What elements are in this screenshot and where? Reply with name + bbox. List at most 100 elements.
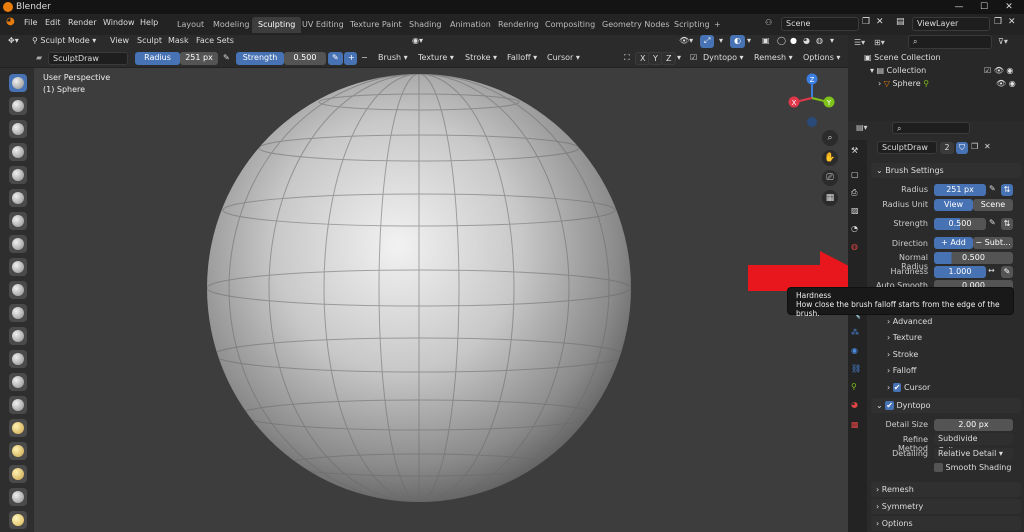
mode-selector[interactable]: ⚲ Sculpt Mode ▾ [28, 35, 100, 48]
refine-method-dropdown[interactable]: Subdivide Collapse ▾ [934, 433, 1013, 455]
thumb-tool[interactable] [9, 488, 27, 506]
falloff-subpanel[interactable]: › Falloff [887, 366, 916, 375]
scene-selector[interactable]: Scene [781, 17, 859, 31]
tab-layout[interactable]: Layout [171, 17, 210, 33]
tool-tab-icon[interactable]: ⚒ [851, 146, 864, 159]
tab-geometry-nodes[interactable]: Geometry Nodes [596, 17, 675, 33]
radius-field[interactable]: 251 px [180, 52, 218, 65]
zoom-icon[interactable]: ⌕ [822, 130, 838, 146]
grab-tool[interactable] [9, 419, 27, 437]
add-workspace-button[interactable]: + [708, 17, 727, 33]
menu-window[interactable]: Window [103, 18, 135, 27]
strength-label[interactable]: Strength [236, 52, 284, 65]
menu-face-sets[interactable]: Face Sets [192, 35, 238, 48]
menu-edit[interactable]: Edit [45, 18, 61, 27]
xray-icon[interactable]: ▣ [758, 35, 774, 48]
radius-unit-scene-button[interactable]: Scene [973, 199, 1013, 211]
cursor-dropdown[interactable]: Cursor ▾ [543, 52, 584, 65]
options-title[interactable]: › Options [876, 519, 913, 528]
texture-subpanel[interactable]: › Texture [887, 333, 922, 342]
pan-hand-icon[interactable]: ✋ [822, 150, 838, 166]
brush-dropdown[interactable]: Brush ▾ [374, 52, 412, 65]
clay-strips-tool[interactable] [9, 143, 27, 161]
pinch-tool[interactable] [9, 396, 27, 414]
material-tab-icon[interactable]: ◕ [851, 400, 864, 413]
sphere-mesh[interactable] [194, 70, 644, 510]
tab-sculpting[interactable]: Sculpting [252, 17, 302, 33]
world-tab-icon[interactable]: ◍ [851, 242, 864, 255]
data-tab-icon[interactable]: ⚲ [851, 382, 864, 395]
transform-icon[interactable]: ✥▾ [4, 35, 23, 48]
outliner-display-mode-icon[interactable]: ⊞▾ [874, 38, 885, 47]
strength-prop-pressure-icon[interactable]: ✎ [989, 218, 996, 227]
multiplane-scrape-tool[interactable] [9, 373, 27, 391]
scene-tab-icon[interactable]: ◔ [851, 224, 864, 237]
draw-sharp-tool[interactable] [9, 97, 27, 115]
direction-subtract-button[interactable]: − [357, 52, 370, 65]
dyntopo-dropdown[interactable]: Dyntopo ▾ [699, 52, 748, 65]
symmetry-lock-icon[interactable]: ⛶ [620, 52, 634, 65]
brush-users-count[interactable]: 2 [940, 142, 954, 154]
detail-size-field[interactable]: 2.00 px [934, 419, 1013, 431]
collection-visibility-icons[interactable]: ☑ 👁 ◉ [984, 66, 1013, 75]
draw-brush-tool[interactable] [9, 74, 27, 92]
collection-row[interactable]: ▾ ▤ Collection [870, 66, 926, 75]
crease-tool[interactable] [9, 258, 27, 276]
inflate-tool[interactable] [9, 212, 27, 230]
rendered-shading-icon[interactable]: ◍ [812, 35, 827, 48]
tab-rendering[interactable]: Rendering [492, 17, 545, 33]
snake-hook-tool[interactable] [9, 465, 27, 483]
gizmo-dropdown-icon[interactable]: ▾ [715, 35, 727, 48]
direction-subtract-prop-button[interactable]: − Subt... [973, 237, 1013, 249]
detailing-dropdown[interactable]: Relative Detail ▾ [934, 448, 1013, 460]
menu-render[interactable]: Render [68, 18, 96, 27]
3d-viewport[interactable]: User Perspective (1) Sphere Z X Y ⌕ ✋ ⎚ … [34, 68, 872, 532]
outliner-editor-icon[interactable]: ☰▾ [854, 38, 865, 47]
radius-prop-field[interactable]: 251 px [934, 184, 986, 196]
clay-thumb-tool[interactable] [9, 166, 27, 184]
new-view-layer-icon[interactable]: ❐ [994, 17, 1002, 27]
overlay-dropdown-icon[interactable]: ▾ [743, 35, 755, 48]
menu-help[interactable]: Help [140, 18, 158, 27]
properties-editor-icon[interactable]: ▤▾ [856, 123, 868, 132]
brush-settings-title[interactable]: ⌄ Brush Settings [876, 166, 944, 175]
clay-tool[interactable] [9, 120, 27, 138]
smooth-tool[interactable] [9, 281, 27, 299]
flatten-tool[interactable] [9, 304, 27, 322]
menu-file[interactable]: File [24, 18, 37, 27]
mask-tool[interactable] [9, 511, 27, 529]
symmetry-title[interactable]: › Symmetry [876, 502, 923, 511]
visibility-icon[interactable]: 👁▾ [675, 35, 697, 48]
hardness-field[interactable]: 1.000 [934, 266, 986, 278]
sphere-row[interactable]: › ▽ Sphere ⚲ [878, 79, 929, 88]
tab-shading[interactable]: Shading [403, 17, 448, 33]
radius-prop-pressure-icon[interactable]: ✎ [989, 184, 996, 193]
elastic-deform-tool[interactable] [9, 442, 27, 460]
blender-menu-icon[interactable]: ◕ [6, 16, 15, 27]
falloff-dropdown[interactable]: Falloff ▾ [503, 52, 541, 65]
delete-scene-icon[interactable]: ✕ [876, 17, 884, 27]
navigation-gizmo[interactable]: Z X Y [786, 72, 836, 128]
texture-dropdown[interactable]: Texture ▾ [414, 52, 458, 65]
radius-prop-lock-icon[interactable]: ⇅ [1001, 184, 1013, 196]
stroke-dropdown[interactable]: Stroke ▾ [461, 52, 501, 65]
advanced-subpanel[interactable]: › Advanced [887, 317, 932, 326]
dyntopo-prop-checkbox[interactable]: ✔ [885, 401, 894, 410]
physics-tab-icon[interactable]: ◉ [851, 346, 864, 359]
outliner-filter-icon[interactable]: ⊽▾ [998, 37, 1008, 46]
view-layer-selector[interactable]: ViewLayer [912, 17, 990, 31]
texture-tab-icon[interactable]: ▩ [851, 420, 864, 433]
remesh-title[interactable]: › Remesh [876, 485, 914, 494]
constraints-tab-icon[interactable]: ⛓ [851, 364, 864, 377]
hardness-pressure-icon[interactable]: ✎ [1001, 266, 1013, 278]
gizmo-toggle-icon[interactable]: ⤢ [700, 35, 715, 48]
cursor-subpanel[interactable]: › ✔ Cursor [887, 383, 930, 392]
menu-sculpt[interactable]: Sculpt [133, 35, 166, 48]
layer-tool[interactable] [9, 189, 27, 207]
prop-brush-name[interactable]: SculptDraw [877, 141, 937, 154]
tab-compositing[interactable]: Compositing [539, 17, 601, 33]
radius-unit-view-button[interactable]: View [934, 199, 973, 211]
smooth-shading-checkbox[interactable] [934, 463, 943, 472]
menu-view[interactable]: View [106, 35, 133, 48]
direction-add-button[interactable]: + [344, 52, 357, 65]
